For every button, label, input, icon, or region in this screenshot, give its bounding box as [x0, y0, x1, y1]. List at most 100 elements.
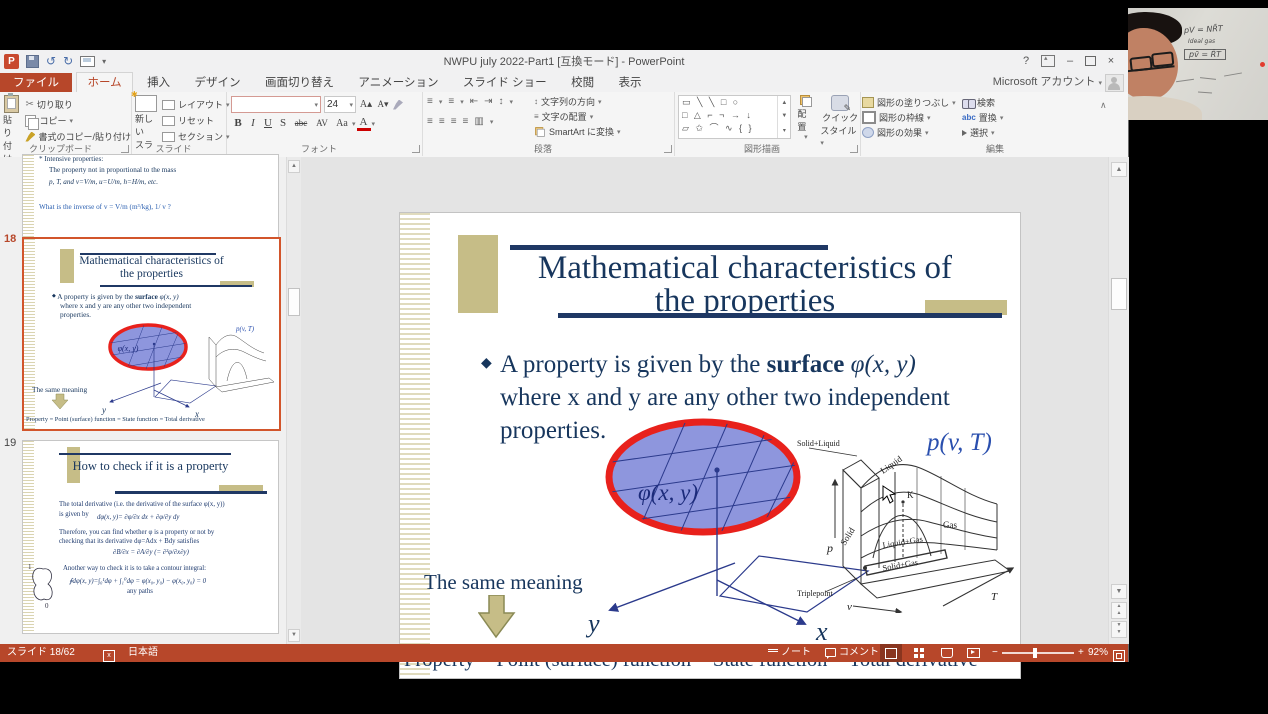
arrange-button[interactable]: 配置 ▾: [797, 95, 814, 147]
columns-icon[interactable]: ▥: [474, 116, 483, 127]
align-center-icon[interactable]: ≡: [439, 116, 445, 127]
line-spacing-icon[interactable]: ↕: [499, 96, 504, 107]
font-dialog-launcher[interactable]: [412, 145, 420, 153]
zoom-in-button[interactable]: +: [1078, 644, 1084, 662]
char-spacing-button[interactable]: AV: [312, 116, 332, 131]
proofing-icon[interactable]: x: [103, 648, 115, 666]
thumbnail-slide-19[interactable]: How to check if it is a property The tot…: [22, 440, 279, 634]
thumbnail-slide-17[interactable]: * Intensive properties: The property not…: [22, 154, 279, 238]
shape-row-2[interactable]: □ △ ⌐ ¬ → ↓: [682, 109, 777, 122]
clear-formatting-icon[interactable]: [393, 99, 403, 110]
replace-button[interactable]: abc 置換 ▾: [962, 110, 1003, 125]
zoom-level[interactable]: 92%: [1088, 644, 1108, 662]
find-button[interactable]: 検索: [962, 95, 1003, 110]
fit-to-window-button[interactable]: [1113, 648, 1125, 666]
tab-animations[interactable]: アニメーション: [348, 73, 448, 93]
shape-outline-button[interactable]: 図形の枠線 ▾: [862, 110, 956, 125]
restore-button[interactable]: [1085, 54, 1099, 66]
thumbnail-slide-18[interactable]: Mathematical characteristics of the prop…: [22, 237, 281, 431]
notes-toggle[interactable]: ノート: [768, 644, 811, 662]
smartart-button[interactable]: SmartArt に変換 ▾: [534, 124, 621, 139]
clipboard-dialog-launcher[interactable]: [121, 145, 129, 153]
shape-row-3[interactable]: ▱ ✩ ⌒ ∿ { }: [682, 122, 777, 135]
next-slide-button[interactable]: ▼ ▼: [1111, 621, 1127, 638]
italic-button[interactable]: I: [246, 116, 260, 131]
reading-view-button[interactable]: [936, 644, 958, 662]
previous-slide-button[interactable]: ▲ ▲: [1111, 602, 1127, 619]
font-color-button[interactable]: A: [356, 116, 371, 131]
quick-styles-button[interactable]: クイック スタイル ▾: [820, 95, 860, 147]
bullets-icon[interactable]: ≡: [427, 96, 433, 107]
strikethrough-button[interactable]: abc: [291, 116, 311, 131]
same-meaning-text[interactable]: The same meaning: [424, 570, 583, 595]
pvt-diagram[interactable]: p(v, T) Solid+Liquid Liquid K Gas Liquid…: [795, 408, 1020, 613]
main-scrollbar[interactable]: ▲ ▼ ▲ ▲ ▼ ▼: [1108, 157, 1129, 644]
comments-toggle[interactable]: コメント: [825, 644, 879, 662]
shape-gallery[interactable]: ▭ ╲ ╲ □ ○ □ △ ⌐ ¬ → ↓ ▱ ✩ ⌒ ∿ { } ▲ ▼ ▾: [678, 95, 792, 139]
tab-slideshow[interactable]: スライド ショー: [453, 73, 557, 93]
justify-icon[interactable]: ≡: [463, 116, 469, 127]
select-button[interactable]: 選択 ▾: [962, 125, 1003, 140]
thumbnail-scroll-up-icon[interactable]: ▲: [288, 160, 300, 173]
tab-file[interactable]: ファイル: [0, 73, 72, 93]
down-arrow[interactable]: [478, 595, 516, 639]
slide-indicator[interactable]: スライド 18/62: [7, 644, 75, 662]
underline-button[interactable]: U: [261, 116, 275, 131]
slideshow-view-button[interactable]: [962, 644, 984, 662]
main-scroll-down-icon[interactable]: ▼: [1111, 584, 1127, 599]
drawing-dialog-launcher[interactable]: [850, 145, 858, 153]
shape-effects-button[interactable]: 図形の効果 ▾: [862, 125, 956, 140]
shape-fill-button[interactable]: 図形の塗りつぶし ▾: [862, 95, 956, 110]
font-name-combo[interactable]: ▾: [231, 96, 321, 113]
tab-design[interactable]: デザイン: [185, 73, 251, 93]
slide-canvas[interactable]: Mathematical characteristics of the prop…: [400, 213, 1020, 678]
thumbnail-scroll-down-icon[interactable]: ▼: [288, 629, 300, 642]
text-direction-button[interactable]: ↕ 文字列の方向 ▾: [534, 94, 621, 109]
tab-view[interactable]: 表示: [609, 73, 652, 93]
layout-button[interactable]: レイアウト ▾: [162, 97, 230, 112]
numbering-icon[interactable]: ≡: [448, 96, 454, 107]
gallery-scroll-down-icon[interactable]: ▼: [781, 113, 787, 119]
align-text-button[interactable]: ≡ 文字の配置 ▾: [534, 109, 621, 124]
shape-row-1[interactable]: ▭ ╲ ╲ □ ○: [682, 96, 777, 109]
zoom-slider[interactable]: [1002, 648, 1074, 658]
copy-button[interactable]: コピー ▾: [25, 113, 131, 130]
align-left-icon[interactable]: ≡: [427, 116, 433, 127]
collapse-ribbon-icon[interactable]: ∧: [1100, 100, 1107, 111]
font-size-combo[interactable]: 24 ▾: [324, 96, 356, 113]
bold-button[interactable]: B: [231, 116, 245, 131]
shadow-button[interactable]: S: [276, 116, 290, 131]
change-case-button[interactable]: Aa: [333, 116, 351, 131]
grow-font-button[interactable]: A▴: [359, 97, 373, 112]
tab-transitions[interactable]: 画面切り替え: [255, 73, 344, 93]
avatar[interactable]: [1105, 74, 1124, 92]
main-scroll-up-icon[interactable]: ▲: [1111, 162, 1127, 177]
zoom-slider-thumb[interactable]: [1032, 648, 1037, 658]
cut-button[interactable]: ✂ 切り取り: [25, 97, 131, 112]
zoom-out-button[interactable]: −: [992, 644, 998, 662]
align-right-icon[interactable]: ≡: [451, 116, 457, 127]
slide-title-line1[interactable]: Mathematical characteristics of: [490, 251, 1000, 285]
ribbon-display-button[interactable]: [1041, 54, 1055, 67]
account-menu[interactable]: Microsoft アカウント ▾: [993, 72, 1102, 92]
normal-view-button[interactable]: [880, 644, 902, 662]
tab-home[interactable]: ホーム: [76, 72, 133, 92]
main-scroll-thumb[interactable]: [1111, 278, 1127, 310]
reset-button[interactable]: リセット: [162, 113, 230, 128]
gallery-more-icon[interactable]: ▾: [783, 127, 786, 134]
thumbnail-scrollbar[interactable]: ▲ ▼: [286, 157, 301, 644]
shrink-font-button[interactable]: A▾: [376, 97, 390, 112]
close-button[interactable]: ×: [1100, 52, 1122, 70]
gallery-scroll-up-icon[interactable]: ▲: [781, 100, 787, 106]
minimize-button[interactable]: –: [1059, 52, 1081, 70]
bullet-line1[interactable]: A property is given by the surface φ(x, …: [500, 348, 916, 381]
slide-sorter-button[interactable]: [908, 644, 930, 662]
language-indicator[interactable]: 日本語: [128, 644, 158, 662]
tab-insert[interactable]: 挿入: [137, 73, 180, 93]
increase-indent-icon[interactable]: ⇥: [484, 96, 492, 107]
decrease-indent-icon[interactable]: ⇤: [470, 96, 478, 107]
paragraph-dialog-launcher[interactable]: [664, 145, 672, 153]
thumbnail-scroll-thumb[interactable]: [288, 288, 300, 316]
tab-review[interactable]: 校閲: [561, 73, 604, 93]
help-button[interactable]: ?: [1015, 52, 1037, 70]
